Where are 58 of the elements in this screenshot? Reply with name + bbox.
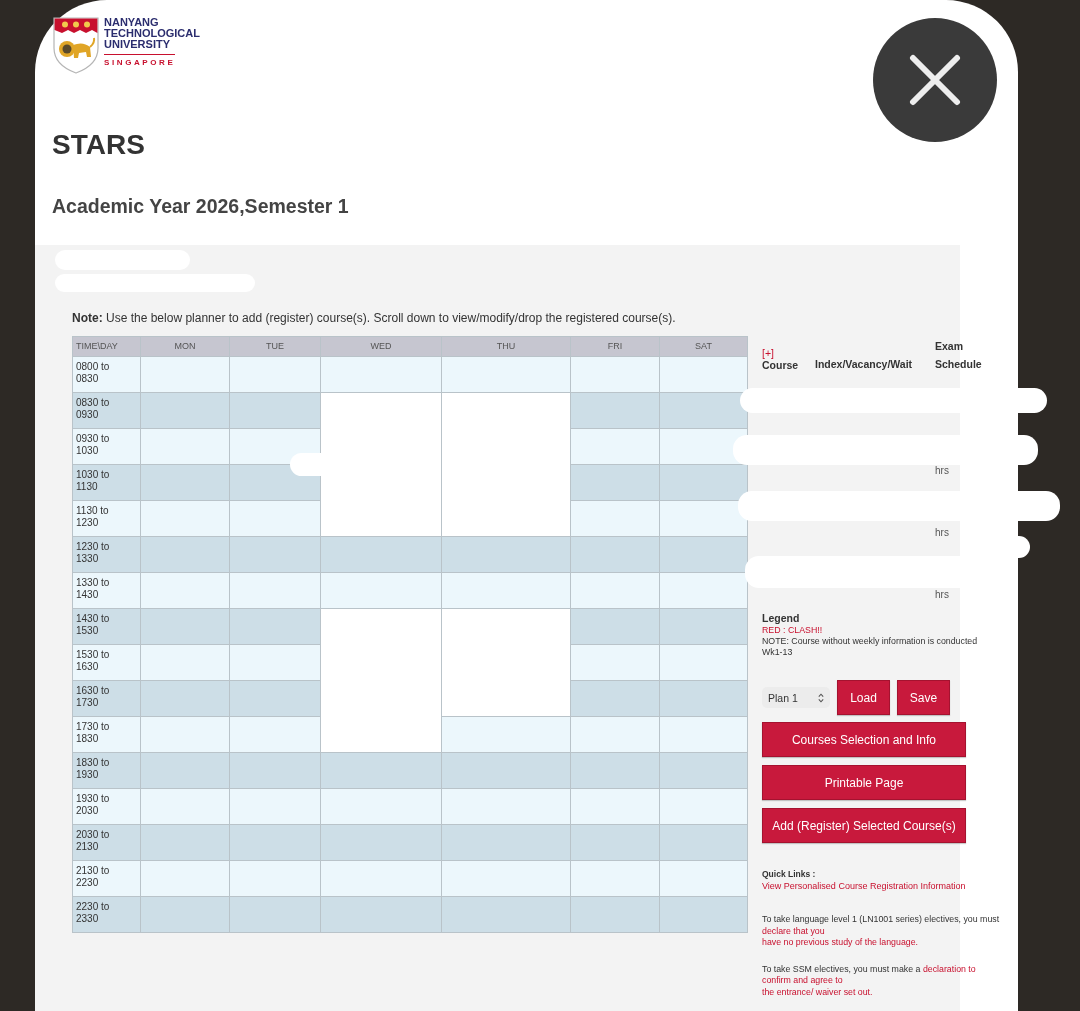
plan-select[interactable]: Plan 1 [762,687,830,708]
exam-time-text: hrs [935,528,949,538]
notice-link[interactable]: confirm and agree to [762,975,843,985]
time-cell: 1130 to 1230 [73,501,140,536]
legend-note: NOTE: Course without weekly information is conducted Wk1-13 [762,636,979,658]
time-cell: 0800 to 0830 [73,357,140,392]
column-header: Exam Schedule [935,340,982,370]
column-header: SAT [660,337,747,356]
time-cell: 1530 to 1630 [73,645,140,680]
column-header: TUE [230,337,320,356]
notice-link[interactable]: declare that you [762,925,825,936]
legend-clash-text: RED : CLASH!! [762,625,823,636]
semester-heading: Academic Year 2026,Semester 1 [52,194,350,218]
exam-time-text: hrs [935,466,949,476]
column-header: THU [442,337,570,356]
planner-note: Note: Use the below planner to add (register) course(s). Scroll down to view/modify/drop the registered course(s). [72,311,676,325]
time-cell: 2230 to 2330 [73,897,140,932]
logo-text: UNIVERSITY [104,39,170,50]
time-cell: 1830 to 1930 [73,753,140,788]
column-header: Index/Vacancy/Wait [815,358,913,370]
notice-text: To take language level 1 (LN1001 series) electives, you must declare that you have no previous study of the language. [762,914,1001,949]
time-cell: 0930 to 1030 [73,429,140,464]
time-cell: 1030 to 1130 [73,465,140,500]
exam-time-text: hrs [935,590,949,600]
time-cell: 1330 to 1430 [73,573,140,608]
column-header: WED [321,337,441,356]
chevron-updown-icon [818,692,824,703]
notice-link[interactable]: declaration to [922,963,976,974]
column-header: MON [141,337,229,356]
logo-text: NANYANG [104,17,159,28]
action-button[interactable]: Add (Register) Selected Course(s) [762,808,966,843]
page-title: STARS [52,129,146,161]
action-button[interactable]: Courses Selection and Info [762,722,966,757]
expand-link[interactable]: [+] [762,347,774,359]
time-cell: 0830 to 0930 [73,393,140,428]
quick-links-title: Quick Links : [762,868,816,880]
time-cell: 1730 to 1830 [73,717,140,752]
notice-link[interactable]: the entrance/ waiver set out. [762,986,873,997]
notice-text: To take SSM electives, you must make a declaration to confirm and agree to the entrance/ waiver set out. [762,963,977,998]
logo-text: TECHNOLOGICAL [104,28,200,39]
quick-link[interactable]: View Personalised Course Registration Information [762,880,966,892]
close-icon [909,54,961,106]
crest-icon [52,16,100,74]
time-cell: 1430 to 1530 [73,609,140,644]
plan-button[interactable]: Load [837,680,890,715]
plan-button[interactable]: Save [897,680,950,715]
time-cell: 2130 to 2230 [73,861,140,896]
column-header: Course [762,359,799,372]
legend-title: Legend [762,612,800,625]
action-button[interactable]: Printable Page [762,765,966,800]
time-cell: 1930 to 2030 [73,789,140,824]
notice-link[interactable]: have no previous study of the language. [762,937,918,947]
time-cell: 1630 to 1730 [73,681,140,716]
column-header: FRI [571,337,659,356]
column-header: TIME\DAY [73,337,140,356]
time-cell: 1230 to 1330 [73,537,140,572]
time-cell: 2030 to 2130 [73,825,140,860]
logo-tagline: SINGAPORE [104,54,176,67]
